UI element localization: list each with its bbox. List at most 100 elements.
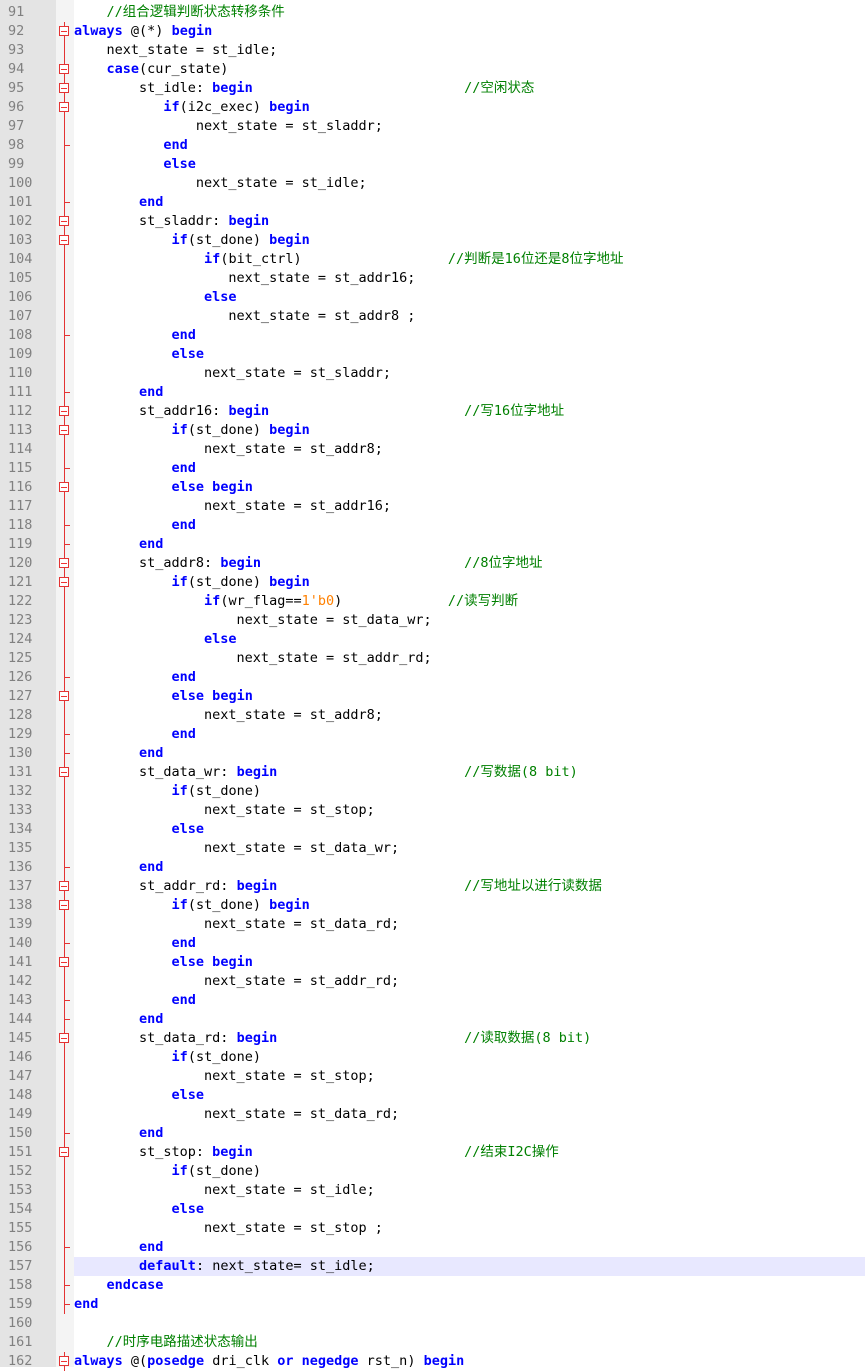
fold-toggle-icon[interactable]: [56, 896, 74, 915]
code-line[interactable]: 150 end: [0, 1124, 865, 1143]
code-line[interactable]: 114 next_state = st_addr8;: [0, 440, 865, 459]
code-line[interactable]: 158 endcase: [0, 1276, 865, 1295]
fold-toggle-icon[interactable]: [56, 877, 74, 896]
code-line[interactable]: 139 next_state = st_data_rd;: [0, 915, 865, 934]
code-line[interactable]: 120 st_addr8: begin //8位字地址: [0, 554, 865, 573]
code-line[interactable]: 141 else begin: [0, 953, 865, 972]
code-line[interactable]: 147 next_state = st_stop;: [0, 1067, 865, 1086]
code-line[interactable]: 100 next_state = st_idle;: [0, 174, 865, 193]
code-line[interactable]: 103 if(st_done) begin: [0, 231, 865, 250]
keyword-token: endcase: [106, 1277, 164, 1293]
comment-token: //空闲状态: [464, 80, 535, 96]
code-line[interactable]: 94 case(cur_state): [0, 60, 865, 79]
code-line[interactable]: 93 next_state = st_idle;: [0, 41, 865, 60]
code-line[interactable]: 96 if(i2c_exec) begin: [0, 98, 865, 117]
code-line[interactable]: 109 else: [0, 345, 865, 364]
code-line[interactable]: 148 else: [0, 1086, 865, 1105]
fold-toggle-icon[interactable]: [56, 98, 74, 117]
code-line[interactable]: 142 next_state = st_addr_rd;: [0, 972, 865, 991]
fold-toggle-icon[interactable]: [56, 1143, 74, 1162]
code-line[interactable]: 131 st_data_wr: begin //写数据(8 bit): [0, 763, 865, 782]
code-line[interactable]: 160: [0, 1314, 865, 1333]
code-line[interactable]: 154 else: [0, 1200, 865, 1219]
fold-toggle-icon[interactable]: [56, 554, 74, 573]
code-line[interactable]: 111 end: [0, 383, 865, 402]
code-line[interactable]: 108 end: [0, 326, 865, 345]
code-line[interactable]: 119 end: [0, 535, 865, 554]
code-line[interactable]: 132 if(st_done): [0, 782, 865, 801]
code-line[interactable]: 143 end: [0, 991, 865, 1010]
code-line[interactable]: 115 end: [0, 459, 865, 478]
code-line[interactable]: 102 st_sladdr: begin: [0, 212, 865, 231]
code-line[interactable]: 125 next_state = st_addr_rd;: [0, 649, 865, 668]
code-line[interactable]: 118 end: [0, 516, 865, 535]
code-line[interactable]: 105 next_state = st_addr16;: [0, 269, 865, 288]
line-number: 132: [8, 783, 33, 799]
code-line[interactable]: 122 if(wr_flag==1'b0) //读写判断: [0, 592, 865, 611]
fold-marker: [56, 706, 74, 725]
code-line[interactable]: 112 st_addr16: begin //写16位字地址: [0, 402, 865, 421]
fold-toggle-icon[interactable]: [56, 687, 74, 706]
fold-toggle-icon[interactable]: [56, 573, 74, 592]
code-line[interactable]: 136 end: [0, 858, 865, 877]
code-line[interactable]: 110 next_state = st_sladdr;: [0, 364, 865, 383]
code-line[interactable]: 99 else: [0, 155, 865, 174]
code-line[interactable]: 106 else: [0, 288, 865, 307]
fold-toggle-icon[interactable]: [56, 1029, 74, 1048]
code-line[interactable]: 145 st_data_rd: begin //读取数据(8 bit): [0, 1029, 865, 1048]
code-line[interactable]: 146 if(st_done): [0, 1048, 865, 1067]
code-line[interactable]: 126 end: [0, 668, 865, 687]
code-line[interactable]: 107 next_state = st_addr8 ;: [0, 307, 865, 326]
fold-marker: [56, 1048, 74, 1067]
code-line[interactable]: 135 next_state = st_data_wr;: [0, 839, 865, 858]
code-line[interactable]: 157 default: next_state= st_idle;: [0, 1257, 865, 1276]
fold-toggle-icon[interactable]: [56, 79, 74, 98]
code-line[interactable]: 116 else begin: [0, 478, 865, 497]
code-line[interactable]: 152 if(st_done): [0, 1162, 865, 1181]
code-line[interactable]: 121 if(st_done) begin: [0, 573, 865, 592]
code-line[interactable]: 140 end: [0, 934, 865, 953]
plain-token: next_state = st_addr16;: [74, 270, 416, 286]
code-line[interactable]: 156 end: [0, 1238, 865, 1257]
fold-toggle-icon[interactable]: [56, 212, 74, 231]
code-line[interactable]: 153 next_state = st_idle;: [0, 1181, 865, 1200]
code-line[interactable]: 91 //组合逻辑判断状态转移条件: [0, 3, 865, 22]
code-line[interactable]: 127 else begin: [0, 687, 865, 706]
code-line[interactable]: 155 next_state = st_stop ;: [0, 1219, 865, 1238]
code-line[interactable]: 117 next_state = st_addr16;: [0, 497, 865, 516]
code-line[interactable]: 101 end: [0, 193, 865, 212]
fold-toggle-icon[interactable]: [56, 402, 74, 421]
code-line[interactable]: 137 st_addr_rd: begin //写地址以进行读数据: [0, 877, 865, 896]
code-line[interactable]: 123 next_state = st_data_wr;: [0, 611, 865, 630]
code-line[interactable]: 159 end: [0, 1295, 865, 1314]
code-editor[interactable]: 91 //组合逻辑判断状态转移条件 92 always @(*) begin 93 n…: [0, 0, 865, 1371]
code-line[interactable]: 104 if(bit_ctrl) //判断是16位还是8位字地址: [0, 250, 865, 269]
code-line[interactable]: 138 if(st_done) begin: [0, 896, 865, 915]
code-line[interactable]: 134 else: [0, 820, 865, 839]
code-line[interactable]: 98 end: [0, 136, 865, 155]
fold-toggle-icon[interactable]: [56, 231, 74, 250]
code-line[interactable]: 130 end: [0, 744, 865, 763]
code-line[interactable]: 113 if(st_done) begin: [0, 421, 865, 440]
code-text: end: [74, 725, 865, 744]
code-line[interactable]: 149 next_state = st_data_rd;: [0, 1105, 865, 1124]
code-line[interactable]: 162 always @(posedge dri_clk or negedge r…: [0, 1352, 865, 1371]
fold-toggle-icon[interactable]: [56, 478, 74, 497]
code-line[interactable]: 133 next_state = st_stop;: [0, 801, 865, 820]
code-line[interactable]: 129 end: [0, 725, 865, 744]
fold-toggle-icon[interactable]: [56, 22, 74, 41]
fold-toggle-icon[interactable]: [56, 421, 74, 440]
code-line[interactable]: 92 always @(*) begin: [0, 22, 865, 41]
code-line[interactable]: 151 st_stop: begin //结束I2C操作: [0, 1143, 865, 1162]
code-line[interactable]: 124 else: [0, 630, 865, 649]
code-line[interactable]: 161 //时序电路描述状态输出: [0, 1333, 865, 1352]
fold-toggle-icon[interactable]: [56, 763, 74, 782]
code-line[interactable]: 95 st_idle: begin //空闲状态: [0, 79, 865, 98]
code-line[interactable]: 97 next_state = st_sladdr;: [0, 117, 865, 136]
code-line[interactable]: 144 end: [0, 1010, 865, 1029]
fold-toggle-icon[interactable]: [56, 1352, 74, 1371]
fold-toggle-icon[interactable]: [56, 953, 74, 972]
code-line[interactable]: 128 next_state = st_addr8;: [0, 706, 865, 725]
fold-toggle-icon[interactable]: [56, 60, 74, 79]
